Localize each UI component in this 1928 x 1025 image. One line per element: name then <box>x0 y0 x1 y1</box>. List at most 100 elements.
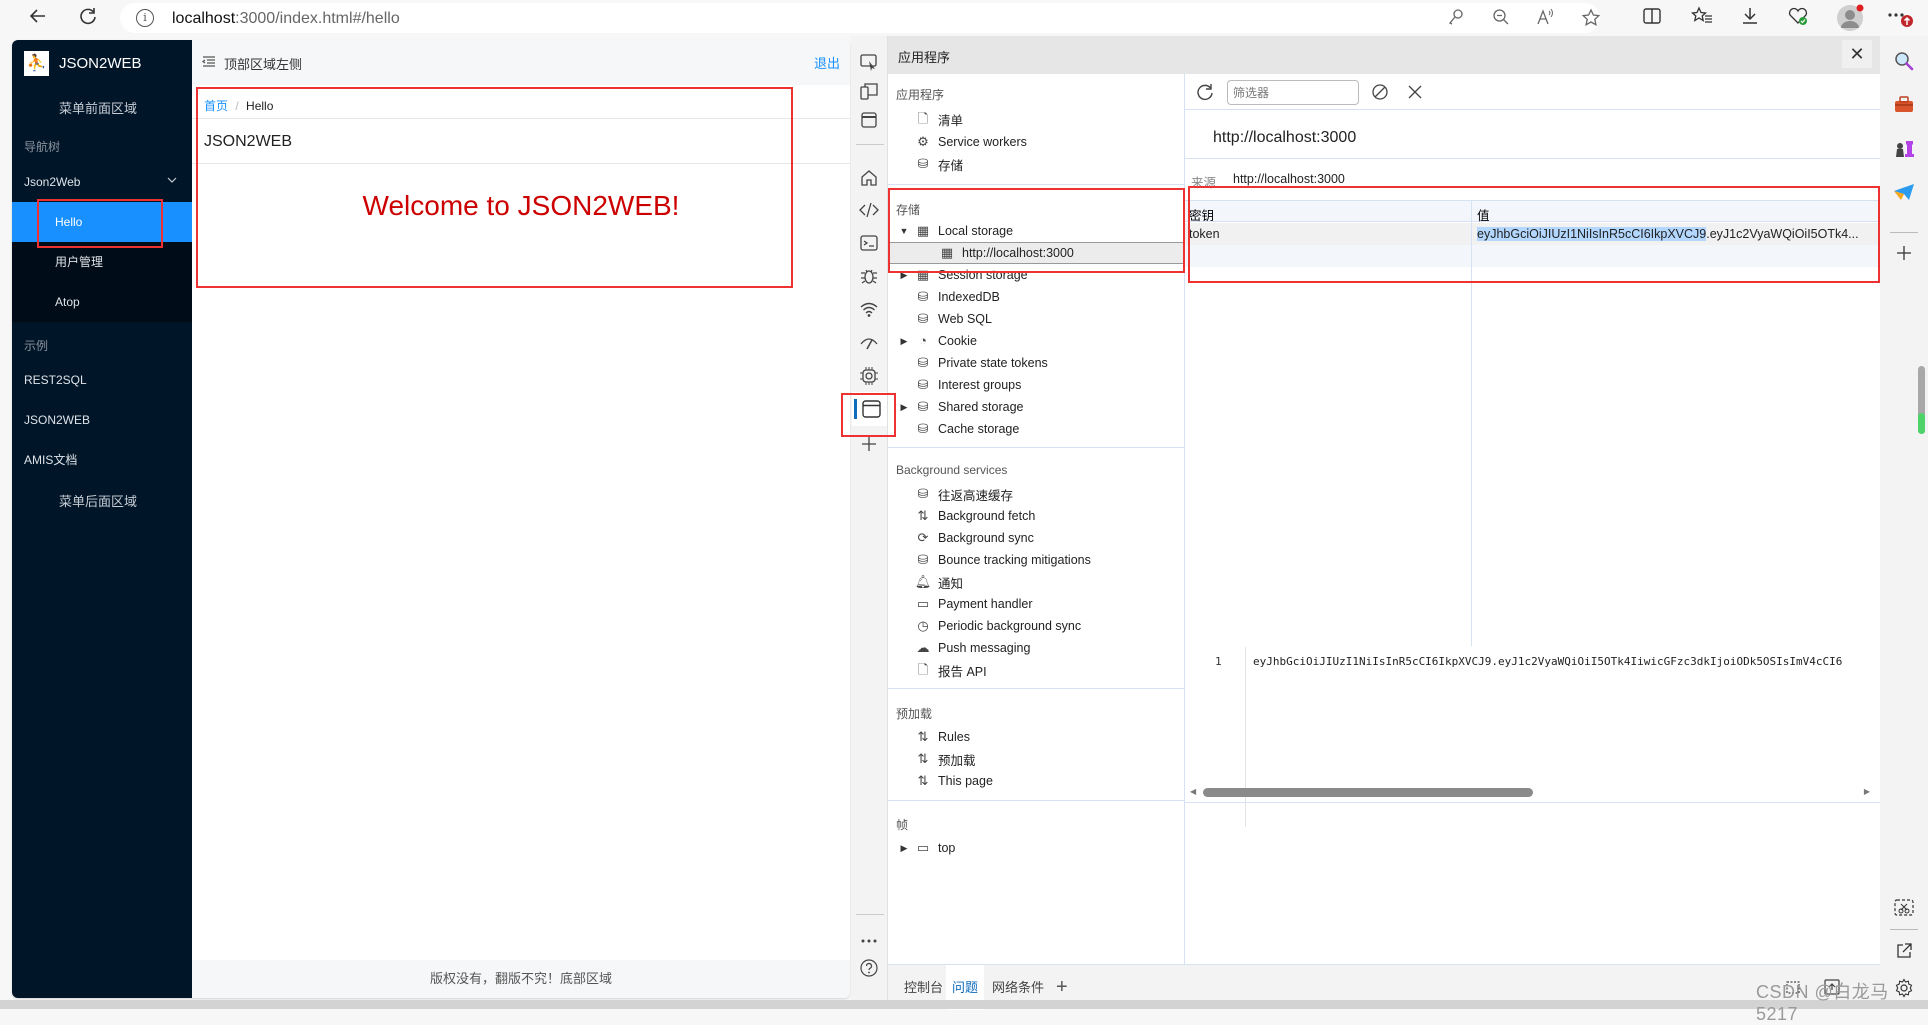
help-icon[interactable] <box>857 958 881 982</box>
scroll-right-arrow-icon[interactable]: ▶ <box>1864 787 1870 796</box>
open-external-icon[interactable] <box>1892 942 1916 966</box>
tree-item-rules[interactable]: ⇅ Rules <box>888 726 1184 748</box>
profile-avatar-icon[interactable] <box>1836 4 1864 32</box>
tree-item-bounce-tracking[interactable]: ⛁ Bounce tracking mitigations <box>888 549 1184 571</box>
tree-item-push-messaging[interactable]: ☁︎ Push messaging <box>888 637 1184 659</box>
collapse-menu-icon[interactable] <box>201 55 216 74</box>
cell-key[interactable]: token <box>1189 227 1220 241</box>
read-aloud-icon[interactable] <box>1535 8 1557 30</box>
tree-item-background-sync[interactable]: ⟳ Background sync <box>888 527 1184 549</box>
favorites-icon[interactable] <box>1690 6 1714 30</box>
elements-icon[interactable] <box>857 200 881 224</box>
more-tools-icon[interactable] <box>857 929 881 953</box>
tree-item-preloading[interactable]: ⇅ 预加载 <box>888 748 1184 770</box>
preview-text[interactable]: eyJhbGciOiJIUzI1NiIsInR5cCI6IkpXVCJ9.eyJ… <box>1253 655 1880 668</box>
console-icon[interactable] <box>857 233 881 257</box>
expand-arrow-down-icon[interactable]: ▼ <box>898 226 910 236</box>
window-icon[interactable] <box>857 110 881 134</box>
tree-item-this-page[interactable]: ⇅ This page <box>888 770 1184 792</box>
address-bar[interactable]: i localhost:3000/index.html#/hello <box>120 3 1602 33</box>
sidebar-item-rest2sql[interactable]: REST2SQL <box>12 360 192 400</box>
search-icon[interactable] <box>1892 50 1916 74</box>
application-tab-active[interactable] <box>852 392 887 426</box>
horizontal-scrollbar[interactable]: ◀ ▶ <box>1185 784 1880 800</box>
split-screen-icon[interactable] <box>1640 6 1664 30</box>
network-wifi-icon[interactable] <box>857 299 881 323</box>
tree-item-interest-groups[interactable]: ⛁ Interest groups <box>888 374 1184 396</box>
tree-item-web-sql[interactable]: ⛁ Web SQL <box>888 308 1184 330</box>
tree-item-periodic-background-sync[interactable]: ◷ Periodic background sync <box>888 615 1184 637</box>
up-down-arrows-icon: ⇅ <box>917 773 929 788</box>
expand-arrow-right-icon[interactable]: ▶ <box>898 336 910 347</box>
back-icon[interactable] <box>26 6 50 30</box>
browser-essentials-icon[interactable] <box>1786 6 1810 30</box>
url-text[interactable]: localhost:3000/index.html#/hello <box>172 10 400 28</box>
info-icon[interactable]: i <box>136 9 154 27</box>
refresh-icon[interactable] <box>1195 82 1215 107</box>
downloads-icon[interactable] <box>1738 6 1762 30</box>
tree-item-top-frame[interactable]: ▶ ▭ top <box>888 837 1184 859</box>
memory-chip-icon[interactable] <box>857 366 881 390</box>
send-telegram-icon[interactable] <box>1892 182 1916 206</box>
tree-item-cache-storage[interactable]: ⛁ Cache storage <box>888 418 1184 440</box>
tree-item-shared-storage[interactable]: ▶ ⛁ Shared storage <box>888 396 1184 418</box>
tree-item-notifications[interactable]: 🔔︎ 通知 <box>888 571 1184 593</box>
add-sidebar-app-icon[interactable] <box>1892 244 1916 268</box>
table-row[interactable]: token eyJhbGciOiJIUzI1NiIsInR5cCI6IkpXVC… <box>1185 223 1880 245</box>
chevron-down-icon <box>166 162 178 202</box>
sidebar-item-hello[interactable]: Hello <box>12 202 192 242</box>
tools-toolbox-icon[interactable] <box>1892 94 1916 118</box>
scroll-indicator[interactable] <box>1918 366 1925 434</box>
database-icon: ⛁ <box>917 311 929 326</box>
tree-item-service-workers[interactable]: ⚙ Service workers <box>888 131 1184 153</box>
sidebar-item-atop[interactable]: Atop <box>12 282 192 322</box>
favorite-star-icon[interactable] <box>1580 8 1602 30</box>
tree-item-indexeddb[interactable]: ⛁ IndexedDB <box>888 286 1184 308</box>
refresh-icon[interactable] <box>76 6 100 30</box>
sidebar-item-json2web-example[interactable]: JSON2WEB <box>12 400 192 440</box>
tree-item-bfcache[interactable]: ⛁ 往返高速缓存 <box>888 483 1184 505</box>
expand-arrow-right-icon[interactable]: ▶ <box>898 270 910 281</box>
add-tool-icon[interactable] <box>857 435 881 459</box>
expand-arrow-right-icon[interactable]: ▶ <box>898 402 910 413</box>
app-header: 顶部区域左侧 退出 <box>192 40 850 85</box>
filter-input[interactable] <box>1227 80 1359 105</box>
breadcrumb: 首页 / Hello <box>204 97 273 114</box>
welcome-home-icon[interactable] <box>857 168 881 192</box>
tree-item-storage-overview[interactable]: ⛁ 存储 <box>888 153 1184 175</box>
breadcrumb-home-link[interactable]: 首页 <box>204 99 228 113</box>
tree-item-local-storage-origin[interactable]: ▦ http://localhost:3000 <box>888 242 1184 264</box>
screenshot-icon[interactable] <box>1892 898 1916 922</box>
cell-value[interactable]: eyJhbGciOiJIUzI1NiIsInR5cCI6IkpXVCJ9.eyJ… <box>1477 227 1859 241</box>
zoom-out-icon[interactable] <box>1490 8 1512 30</box>
scroll-left-arrow-icon[interactable]: ◀ <box>1190 787 1196 796</box>
tree-item-cookie[interactable]: ▶ ◔ Cookie <box>888 330 1184 352</box>
debugger-bug-icon[interactable] <box>857 266 881 290</box>
inspect-element-icon[interactable] <box>857 52 881 76</box>
tree-item-private-state-tokens[interactable]: ⛁ Private state tokens <box>888 352 1184 374</box>
delete-selected-icon[interactable] <box>1407 84 1423 105</box>
performance-icon[interactable] <box>857 332 881 356</box>
clear-all-icon[interactable] <box>1371 83 1389 106</box>
password-key-icon[interactable] <box>1445 8 1467 30</box>
sidebar-item-json2web[interactable]: Json2Web <box>12 162 192 202</box>
brand[interactable]: ⛹ JSON2WEB <box>24 51 142 76</box>
tree-item-payment-handler[interactable]: ▭ Payment handler <box>888 593 1184 615</box>
tree-item-session-storage[interactable]: ▶ ▦ Session storage <box>888 264 1184 286</box>
device-emulation-icon[interactable] <box>857 81 881 105</box>
games-chess-icon[interactable] <box>1892 138 1916 162</box>
column-header-key[interactable]: 密钥 <box>1189 205 1214 224</box>
tree-item-background-fetch[interactable]: ⇅ Background fetch <box>888 505 1184 527</box>
tree-item-manifest[interactable]: 🗋 清单 <box>888 108 1184 130</box>
expand-arrow-right-icon[interactable]: ▶ <box>898 843 910 854</box>
sidebar-item-amis-docs[interactable]: AMIS文档 <box>12 440 192 480</box>
more-icon[interactable] <box>1886 6 1913 30</box>
column-header-value[interactable]: 值 <box>1477 205 1490 224</box>
tree-item-reporting-api[interactable]: 🗋 报告 API <box>888 659 1184 681</box>
tree-item-local-storage[interactable]: ▼ ▦ Local storage <box>888 220 1184 242</box>
logout-button[interactable]: 退出 <box>814 53 840 72</box>
column-divider[interactable] <box>1471 200 1472 646</box>
close-devtools-button[interactable]: ✕ <box>1842 40 1872 68</box>
scrollbar-thumb[interactable] <box>1203 788 1533 797</box>
sidebar-item-user-management[interactable]: 用户管理 <box>12 242 192 282</box>
